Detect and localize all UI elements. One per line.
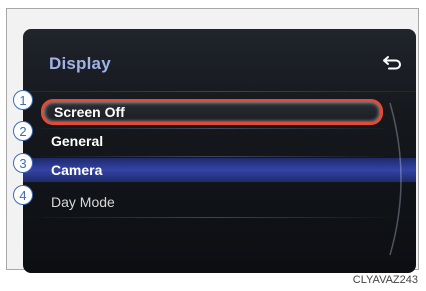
back-button[interactable] [380, 53, 404, 73]
callout-number: 3 [13, 153, 33, 173]
menu-item-screen-off[interactable]: Screen Off [41, 99, 383, 125]
display-screen: Display Screen Off General Camera Day Mo… [23, 29, 416, 273]
row-divider [41, 217, 383, 218]
header-divider [23, 91, 416, 92]
menu-item-day-mode[interactable]: Day Mode [41, 190, 383, 214]
menu-item-label: General [51, 133, 104, 149]
menu-item-camera[interactable]: Camera [23, 158, 416, 182]
menu-item-general[interactable]: General [41, 129, 383, 153]
scroll-indicator[interactable] [386, 99, 416, 259]
menu-item-label: Day Mode [51, 194, 115, 210]
figure-frame: Display Screen Off General Camera Day Mo… [6, 8, 419, 273]
menu-item-label: Camera [51, 162, 103, 178]
row-divider [41, 156, 383, 157]
callout-number: 1 [13, 90, 33, 110]
callout-number: 4 [13, 185, 33, 205]
back-arrow-icon [383, 56, 401, 70]
menu-item-label: Screen Off [54, 104, 125, 120]
callout-number: 2 [13, 121, 33, 141]
page-title: Display [49, 54, 111, 73]
figure-code: CLYAVAZ243 [352, 274, 418, 286]
